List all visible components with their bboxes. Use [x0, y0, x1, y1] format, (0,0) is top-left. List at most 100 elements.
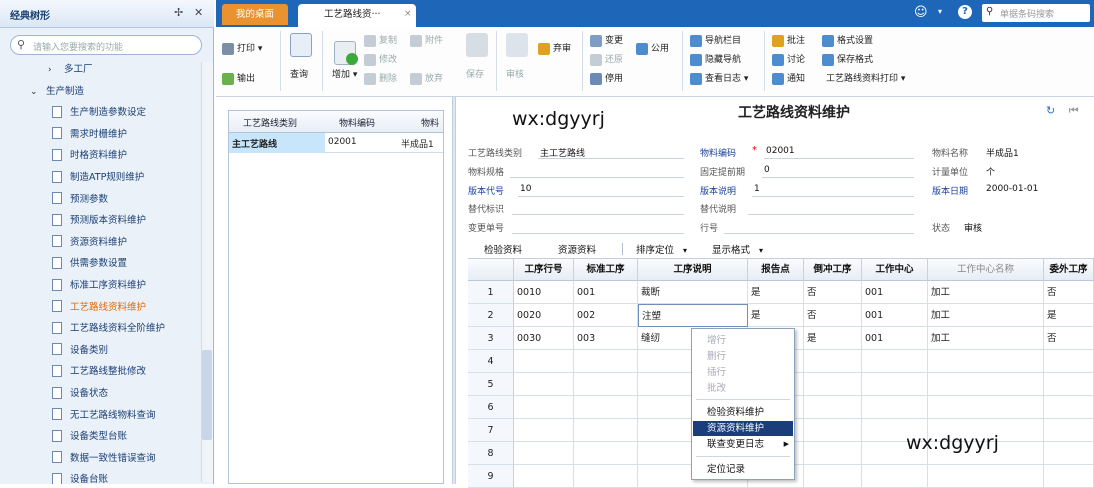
column-header[interactable]: 工作中心名称 [928, 259, 1044, 281]
tab-route-maintenance[interactable]: 工艺路线资··· [298, 4, 416, 27]
table-cell[interactable]: 注塑 [638, 304, 748, 327]
table-cell[interactable] [514, 419, 574, 442]
pane-splitter[interactable] [452, 97, 456, 484]
sidebar-item[interactable]: 设备类别 [0, 340, 200, 362]
table-cell[interactable]: 003 [574, 327, 638, 350]
table-cell[interactable] [574, 442, 638, 465]
table-cell[interactable]: 加工 [928, 281, 1044, 304]
sidebar-item[interactable]: 供需参数设置 [0, 253, 200, 275]
table-cell[interactable] [928, 350, 1044, 373]
table-cell[interactable] [804, 419, 862, 442]
cell-material-code[interactable]: 02001 [328, 137, 357, 147]
chevron-down-icon[interactable]: ⌄ [30, 81, 42, 103]
sidebar-item[interactable]: 数据一致性错误查询 [0, 448, 200, 470]
change-button[interactable]: 变更 [590, 33, 623, 47]
row-number[interactable]: 1 [468, 281, 514, 304]
table-cell[interactable]: 是 [748, 304, 804, 327]
column-header[interactable]: 报告点 [748, 259, 804, 281]
refresh-icon[interactable]: ↻ [1046, 104, 1055, 117]
context-menu-item[interactable]: 检验资料维护 [693, 405, 793, 420]
chevron-down-icon[interactable]: ▾ [938, 7, 942, 16]
sidebar-scroll-thumb[interactable] [202, 350, 212, 440]
sort-dropdown[interactable]: 排序定位 ▾ [636, 242, 687, 256]
sidebar-item[interactable]: 预测参数 [0, 189, 200, 211]
row-number[interactable]: 5 [468, 373, 514, 396]
header-material-code[interactable]: 物料编码 [339, 116, 375, 129]
hide-nav-button[interactable]: 隐藏导航 [690, 52, 741, 66]
table-cell[interactable] [928, 373, 1044, 396]
table-cell[interactable]: 是 [804, 327, 862, 350]
abandon-button[interactable]: 放弃 [410, 71, 443, 85]
context-menu-item[interactable]: 资源资料维护 [693, 421, 793, 436]
table-cell[interactable]: 001 [862, 281, 928, 304]
header-material-name[interactable]: 物料 [421, 116, 439, 129]
table-cell[interactable]: 加工 [928, 327, 1044, 350]
table-cell[interactable]: 否 [1044, 281, 1094, 304]
table-cell[interactable]: 001 [862, 304, 928, 327]
sidebar-item[interactable]: 生产制造参数设定 [0, 102, 200, 124]
cell-material-name[interactable]: 半成品1 [401, 137, 434, 150]
sidebar-item[interactable]: 预测版本资料维护 [0, 210, 200, 232]
copy-button[interactable]: 复制 [364, 33, 397, 47]
delete-button[interactable]: 删除 [364, 71, 397, 85]
sidebar-item[interactable]: 工艺路线资料全阶维护 [0, 318, 200, 340]
row-number[interactable]: 6 [468, 396, 514, 419]
print-button[interactable]: 打印 ▾ [222, 41, 262, 55]
sidebar-item[interactable]: 工艺路线整批修改 [0, 361, 200, 383]
table-cell[interactable]: 001 [862, 327, 928, 350]
save-format-button[interactable]: 保存格式 [822, 52, 873, 66]
sidebar-search[interactable]: ⚲ 请输入您要搜索的功能 [10, 35, 202, 55]
context-menu-item[interactable]: 插行 [693, 365, 793, 380]
header-route-type[interactable]: 工艺路线类别 [243, 116, 297, 129]
first-record-icon[interactable]: ⏮ [1069, 104, 1079, 117]
table-cell[interactable] [574, 465, 638, 488]
sidebar-item[interactable]: 资源资料维护 [0, 232, 200, 254]
table-cell[interactable]: 否 [1044, 327, 1094, 350]
table-cell[interactable] [574, 396, 638, 419]
version-date-value[interactable]: 2000-01-01 [986, 184, 1038, 194]
attach-button[interactable]: 附件 [410, 33, 443, 47]
query-button[interactable]: 查询 [290, 67, 308, 80]
table-cell[interactable] [804, 465, 862, 488]
table-cell[interactable]: 裁断 [638, 281, 748, 304]
sidebar-item[interactable]: 设备类型台账 [0, 426, 200, 448]
table-cell[interactable] [574, 373, 638, 396]
context-menu-item[interactable]: 删行 [693, 349, 793, 364]
sidebar-item[interactable]: › 多工厂 [0, 62, 200, 81]
row-number[interactable]: 7 [468, 419, 514, 442]
restore-button[interactable]: 还原 [590, 52, 623, 66]
table-cell[interactable] [514, 465, 574, 488]
view-log-button[interactable]: 查看日志 ▾ [690, 71, 748, 85]
table-cell[interactable] [1044, 465, 1094, 488]
table-cell[interactable] [862, 465, 928, 488]
tab-inspect-data[interactable]: 检验资料 [484, 242, 522, 256]
column-header[interactable]: 工序行号 [514, 259, 574, 281]
table-cell[interactable] [574, 419, 638, 442]
sidebar-item[interactable]: 时格资料维护 [0, 145, 200, 167]
row-number[interactable]: 8 [468, 442, 514, 465]
row-number[interactable]: 3 [468, 327, 514, 350]
row-number[interactable]: 9 [468, 465, 514, 488]
audit-button[interactable]: 审核 [506, 67, 524, 80]
notify-button[interactable]: 通知 [772, 71, 805, 85]
unit-value[interactable]: 个 [986, 165, 995, 178]
table-cell[interactable]: 是 [1044, 304, 1094, 327]
table-cell[interactable] [804, 373, 862, 396]
column-header[interactable]: 标准工序 [574, 259, 638, 281]
version-desc-value[interactable]: 1 [754, 184, 760, 194]
table-cell[interactable]: 0010 [514, 281, 574, 304]
face-icon[interactable]: ☺ [914, 5, 928, 20]
table-cell[interactable] [514, 373, 574, 396]
table-cell[interactable] [1044, 350, 1094, 373]
table-cell[interactable] [514, 350, 574, 373]
table-cell[interactable] [1044, 396, 1094, 419]
add-button[interactable]: 增加 ▾ [332, 67, 357, 80]
row-number[interactable]: 4 [468, 350, 514, 373]
sidebar-item[interactable]: 设备台账 [0, 469, 200, 484]
table-cell[interactable]: 否 [804, 281, 862, 304]
route-print-button[interactable]: 工艺路线资料打印 ▾ [826, 71, 905, 84]
disable-button[interactable]: 停用 [590, 71, 623, 85]
nav-bar-button[interactable]: 导航栏目 [690, 33, 741, 47]
discuss-button[interactable]: 讨论 [772, 52, 805, 66]
tab-resource-data[interactable]: 资源资料 [558, 242, 596, 256]
